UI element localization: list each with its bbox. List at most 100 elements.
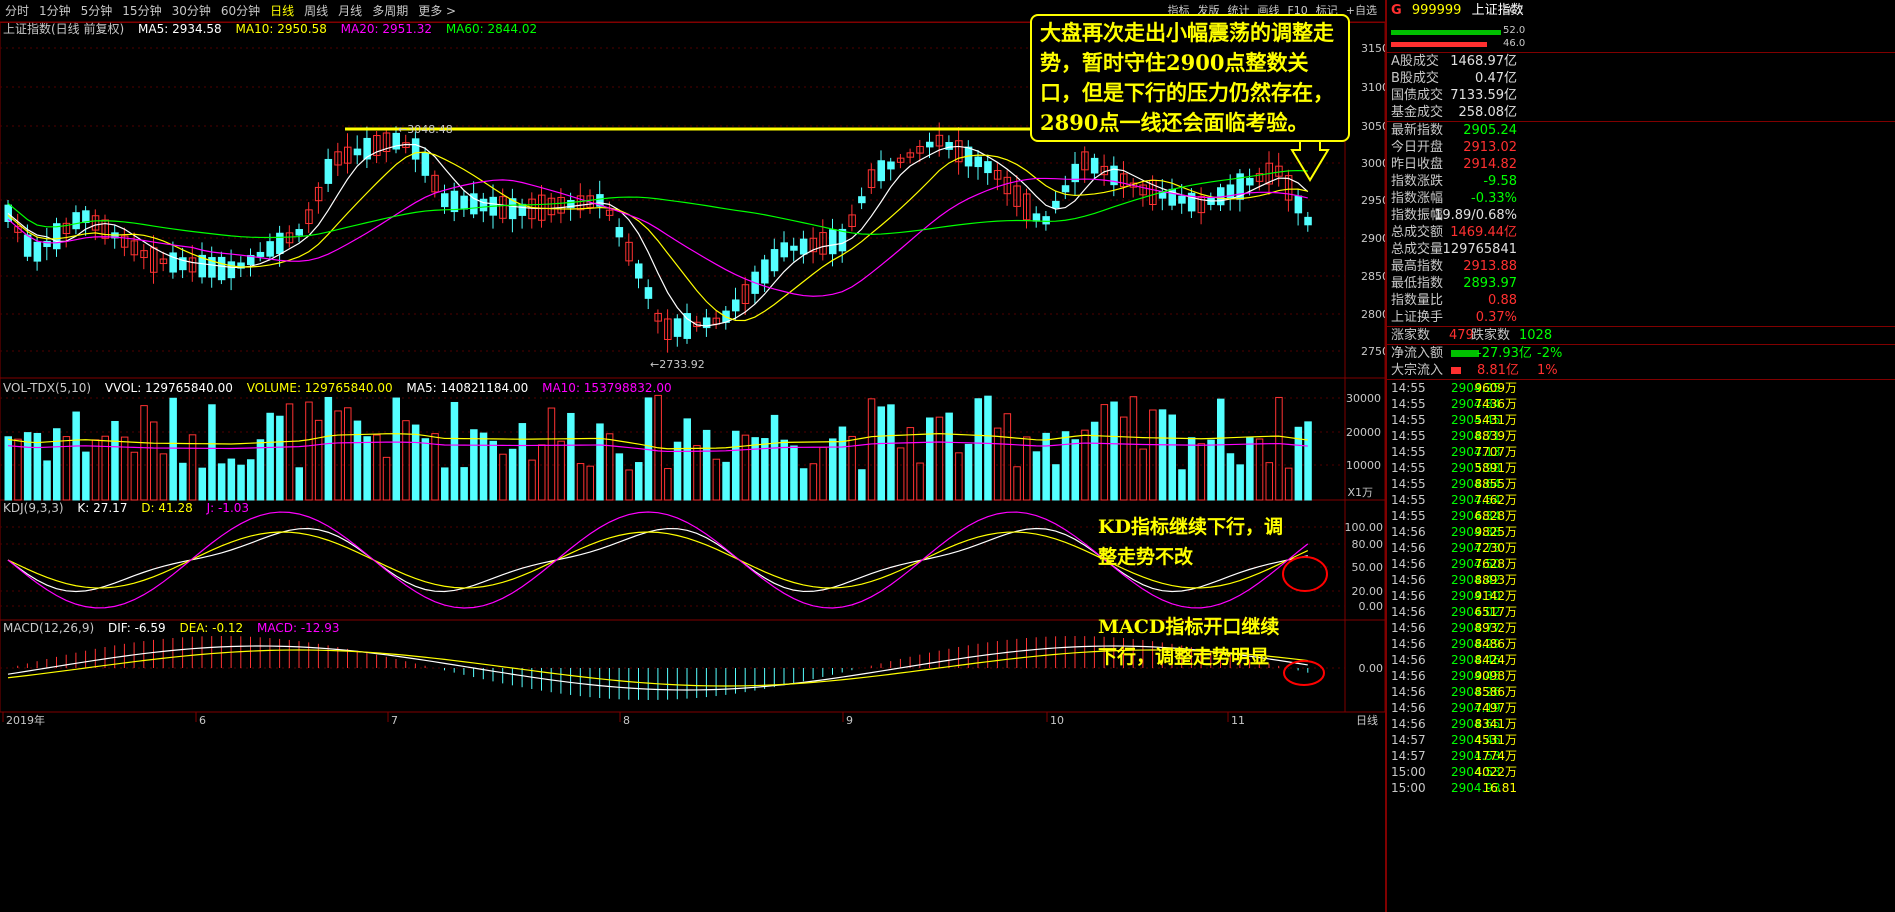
volume-bar — [867, 398, 876, 501]
candle-body — [53, 223, 61, 250]
low-price-label: ←2733.92 — [650, 358, 705, 371]
volume-bar — [392, 397, 400, 501]
tick-volume: 7497万 — [1474, 701, 1517, 715]
tick-row: 14:55 2904.25 9609万 — [1387, 380, 1895, 396]
ma20-legend: MA20: 2951.32 — [340, 22, 432, 36]
date-tick-label: 6 — [199, 714, 206, 727]
quote-value: 2893.97 — [1463, 276, 1517, 291]
turnover-list: A股成交 1468.97亿 B股成交 0.47亿 国债成交 7133.59亿 基金成交 258… — [1387, 52, 1895, 121]
candle-body — [411, 138, 420, 160]
tick-row: 14:55 2904.34 6828万 — [1387, 508, 1895, 524]
tick-volume: 8486万 — [1474, 637, 1517, 651]
tick-list[interactable]: 14:55 2904.25 9609万 14:55 2904.34 7436万 14:55 2… — [1387, 379, 1895, 796]
turnover-label: 国债成交 — [1391, 88, 1444, 103]
flow-label: 净流入额 — [1391, 346, 1444, 361]
volume-bar — [770, 414, 779, 501]
volume-bar — [741, 434, 750, 501]
quote-label: 总成交额 — [1391, 225, 1444, 240]
tick-time: 14:57 — [1391, 749, 1426, 763]
tick-time: 14:56 — [1391, 717, 1426, 731]
buy-bar-value: 52.0 — [1503, 25, 1526, 36]
vol-unit-label: X1万 — [1347, 486, 1373, 499]
tick-volume: 7436万 — [1474, 397, 1517, 411]
volume-bar — [780, 439, 788, 501]
volume-bar — [169, 397, 177, 501]
volume-bar — [664, 468, 672, 501]
kdj-tick-label: 80.00 — [1352, 538, 1384, 551]
tick-row: 14:56 2904.45 9098万 — [1387, 668, 1895, 684]
quote-label: 指数量比 — [1391, 293, 1444, 308]
quote-value: 19.89/0.68% — [1434, 208, 1517, 223]
volume-bar — [1255, 438, 1264, 501]
volume-bar — [1207, 439, 1215, 501]
tick-volume: 9609万 — [1474, 381, 1517, 395]
tick-time: 14:56 — [1391, 589, 1426, 603]
high-price-label: ←3048.48 — [398, 123, 453, 136]
volume-bar — [411, 424, 420, 501]
candle-body — [33, 241, 42, 262]
volume-bar — [499, 453, 507, 501]
tick-row: 14:57 2904.53 1774万 — [1387, 748, 1895, 764]
tick-time: 14:56 — [1391, 685, 1426, 699]
vol-tick-label: 20000 — [1346, 426, 1381, 439]
candle-body — [615, 227, 624, 238]
candle-body — [790, 245, 798, 251]
flag-badge: G — [1391, 3, 1402, 18]
volume-bar — [208, 404, 216, 501]
turnover-row: B股成交 0.47亿 — [1387, 70, 1895, 87]
volume-bar — [683, 418, 691, 501]
strength-bars: 52.0 46.0 — [1387, 22, 1895, 52]
candle-body — [1032, 213, 1041, 222]
quote-row: 指数涨跌 -9.58 — [1387, 173, 1895, 190]
volume-bar — [1003, 413, 1012, 501]
volume-bar — [159, 453, 168, 501]
tick-volume: 16.81 — [1482, 781, 1517, 795]
candle-body — [829, 229, 837, 255]
volume-bar — [441, 467, 449, 501]
volume-bar — [819, 446, 827, 501]
volume-bar — [1061, 431, 1070, 501]
kdj-legend: KDJ(9,3,3) K: 27.17 D: 41.28 J: -1.03 — [3, 501, 259, 515]
kdj-d: D: 41.28 — [141, 501, 193, 515]
tick-time: 14:55 — [1391, 445, 1426, 459]
tick-row: 14:56 2904.46 8424万 — [1387, 652, 1895, 668]
down-label: 跌家数 — [1471, 328, 1511, 343]
quote-panel: G 999999 上证指数 SG2 52.0 46.0 A股成交 1468.97亿… — [1385, 0, 1895, 912]
volume-bar — [324, 396, 333, 501]
volume-bar — [1168, 414, 1176, 501]
candle-body — [799, 238, 808, 255]
volume-bar — [217, 463, 226, 501]
price-tick-label: 3000 — [1361, 157, 1385, 170]
volume-bar — [887, 404, 895, 501]
candle-body — [266, 241, 274, 257]
volume-bar — [237, 464, 245, 501]
candle-body — [23, 234, 32, 257]
volume-bar — [625, 469, 633, 501]
volume-bar — [1284, 467, 1293, 501]
tick-time: 14:56 — [1391, 557, 1426, 571]
tick-row: 14:55 2904.13 7707万 — [1387, 444, 1895, 460]
quote-header: G 999999 上证指数 SG2 — [1387, 0, 1895, 22]
volume-bar — [838, 426, 847, 501]
volume-bar — [906, 427, 915, 501]
macd-name: MACD(12,26,9) — [3, 621, 95, 635]
volume-bar — [1217, 398, 1225, 501]
price-tick-label: 2950 — [1361, 194, 1385, 207]
volume-bar — [809, 463, 818, 501]
kdj-name: KDJ(9,3,3) — [3, 501, 64, 515]
candle-body — [450, 190, 459, 213]
volume-bar — [896, 447, 905, 501]
turnover-label: B股成交 — [1391, 71, 1439, 86]
vol-ma10-legend: MA10: 153798832.00 — [542, 381, 672, 395]
flow-list: 净流入额 -27.93亿 -2% 大宗流入 8.81亿 1% — [1387, 344, 1895, 379]
tick-time: 14:56 — [1391, 573, 1426, 587]
quote-label: 最高指数 — [1391, 259, 1444, 274]
quote-row: 最高指数 2913.88 — [1387, 258, 1895, 275]
volume-bar — [489, 440, 497, 501]
candle-body — [761, 259, 769, 284]
volume-bar — [460, 467, 468, 501]
volume-bar — [635, 462, 643, 501]
turnover-value: 0.47亿 — [1475, 71, 1517, 86]
period-label: 日线 — [1356, 713, 1378, 727]
tick-time: 15:00 — [1391, 781, 1426, 795]
